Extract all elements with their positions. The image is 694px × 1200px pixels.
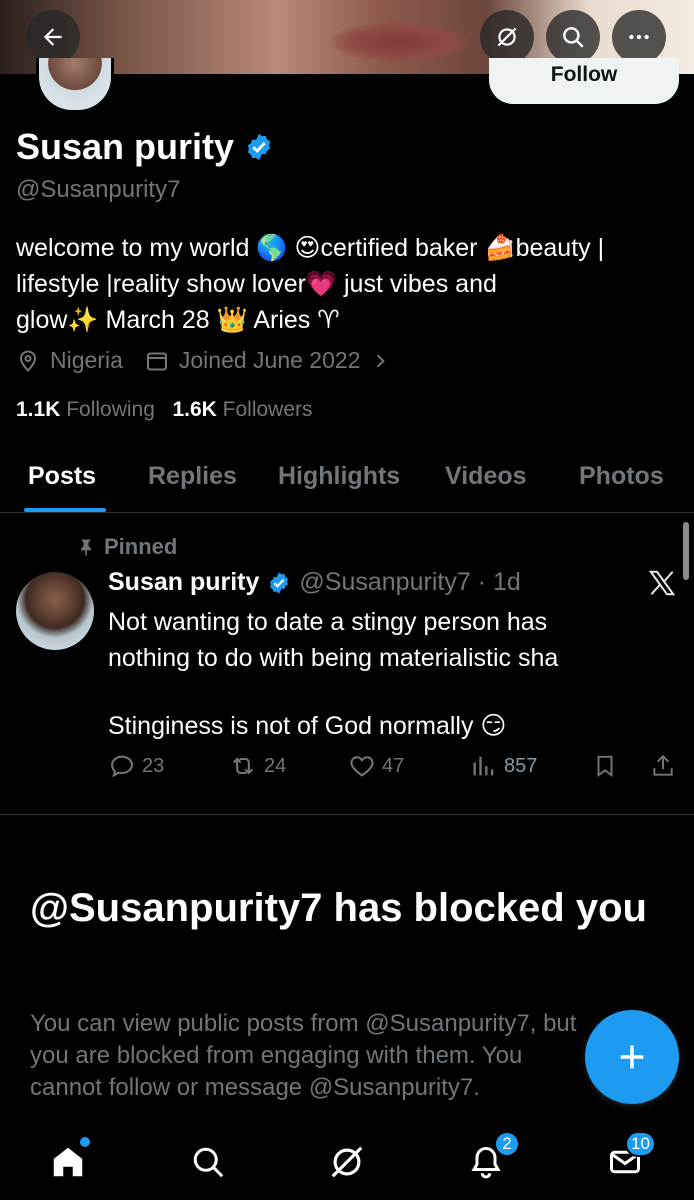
messages-badge: 10: [625, 1131, 656, 1157]
post-text-line: Stinginess is not of God normally 😏: [108, 712, 507, 740]
bio-line: lifestyle |reality show lover💗 just vibe…: [16, 270, 497, 298]
followers-label: Followers: [222, 398, 313, 421]
back-arrow-icon: [43, 28, 62, 46]
nav-messages[interactable]: 10: [595, 1131, 656, 1187]
bottom-navigation: 2 10: [0, 1125, 694, 1200]
tab-highlights[interactable]: Highlights: [278, 462, 400, 491]
repost-icon: [232, 757, 254, 775]
profile-avatar[interactable]: [36, 58, 114, 113]
section-divider: [0, 814, 694, 815]
post-text-line: nothing to do with being materialistic s…: [108, 644, 559, 672]
bio-line: welcome to my world 🌎 😍certified baker 🍰…: [16, 234, 605, 262]
followers-count: 1.6K: [172, 398, 217, 421]
repost-count: 24: [264, 754, 287, 777]
blocked-description: You can view public posts from @Susanpur…: [30, 1008, 590, 1104]
tab-videos[interactable]: Videos: [445, 462, 527, 491]
profile-name-row: Susan purity: [16, 126, 274, 168]
back-button[interactable]: [26, 10, 80, 64]
post-handle-time: @Susanpurity7 · 1d: [299, 568, 521, 596]
profile-meta: Nigeria Joined June 2022: [16, 347, 390, 374]
post-actions: 23 24 47 857: [108, 752, 678, 788]
search-button[interactable]: [546, 10, 600, 64]
share-button[interactable]: [650, 752, 676, 780]
bookmark-button[interactable]: [592, 752, 618, 780]
more-button[interactable]: [612, 10, 666, 64]
verified-badge-icon: [270, 572, 289, 593]
tab-replies[interactable]: Replies: [148, 462, 237, 491]
compose-post-button[interactable]: [585, 1010, 679, 1104]
reply-count: 23: [142, 754, 165, 777]
heart-icon: [350, 756, 374, 777]
scrollbar[interactable]: [683, 522, 689, 580]
like-count: 47: [382, 754, 405, 777]
views-chart-icon: [473, 756, 494, 776]
blocked-desc-line: You can view public posts from @Susanpur…: [30, 1010, 577, 1037]
profile-location: Nigeria: [50, 347, 123, 373]
location-pin-icon: [19, 349, 37, 372]
blocked-desc-line: cannot follow or message @Susanpurity7.: [30, 1074, 480, 1101]
post-text-line: Not wanting to date a stingy person has: [108, 608, 548, 636]
post-author-name[interactable]: Susan purity: [108, 568, 259, 597]
pin-icon: [81, 539, 91, 556]
tab-photos[interactable]: Photos: [579, 462, 664, 491]
repost-button[interactable]: 24: [228, 752, 286, 780]
chevron-right-icon[interactable]: [370, 351, 390, 371]
home-icon: [53, 1147, 83, 1177]
nav-notifications[interactable]: 2: [456, 1131, 520, 1187]
following-label: Following: [66, 398, 155, 421]
reply-button[interactable]: 23: [108, 752, 164, 780]
profile-tabs: Posts Replies Highlights Videos Photos: [0, 450, 694, 513]
bio-line: glow✨ March 28 👑 Aries ♈: [16, 306, 340, 334]
like-button[interactable]: 47: [348, 752, 404, 780]
share-icon: [653, 754, 673, 776]
plus-icon: [620, 1045, 644, 1069]
nav-home[interactable]: [38, 1137, 98, 1187]
verified-badge-icon[interactable]: [244, 132, 274, 162]
tab-posts[interactable]: Posts: [28, 462, 96, 491]
x-logo-icon: [648, 570, 676, 596]
post-body[interactable]: Not wanting to date a stingy person has …: [108, 604, 648, 744]
grok-button[interactable]: [480, 10, 534, 64]
nav-search[interactable]: [178, 1137, 238, 1187]
home-unread-dot: [80, 1137, 90, 1147]
following-count: 1.1K: [16, 398, 61, 421]
follow-label: Follow: [550, 63, 618, 86]
search-icon: [563, 27, 584, 48]
pinned-label: Pinned: [104, 534, 178, 559]
views-count: 857: [504, 754, 538, 777]
views-button[interactable]: 857: [470, 752, 537, 780]
active-tab-indicator: [24, 508, 106, 512]
profile-bio: welcome to my world 🌎 😍certified baker 🍰…: [16, 230, 686, 338]
notifications-badge: 2: [494, 1131, 520, 1157]
nav-grok[interactable]: [317, 1137, 377, 1187]
pinned-indicator: Pinned: [76, 534, 177, 560]
post-header: Susan purity @Susanpurity7 · 1d: [108, 568, 521, 597]
search-icon: [193, 1147, 224, 1178]
profile-handle: @Susanpurity7: [16, 176, 181, 203]
followers-link[interactable]: 1.6K Followers: [172, 398, 312, 421]
grok-icon: [331, 1146, 363, 1178]
post-author-avatar[interactable]: [16, 572, 94, 650]
banner-photo-detail: [330, 22, 470, 62]
follow-button[interactable]: Follow: [489, 58, 679, 104]
grok-icon: [497, 27, 517, 47]
blocked-desc-line: you are blocked from engaging with them.…: [30, 1042, 523, 1069]
bookmark-icon: [597, 755, 613, 778]
blocked-title: @Susanpurity7 has blocked you: [30, 886, 647, 930]
profile-name: Susan purity: [16, 126, 235, 167]
reply-icon: [111, 755, 133, 778]
profile-stats: 1.1K Following 1.6K Followers: [16, 398, 313, 422]
more-icon: [629, 34, 649, 40]
calendar-icon: [146, 352, 167, 370]
profile-joined: Joined June 2022: [178, 347, 361, 373]
following-link[interactable]: 1.1K Following: [16, 398, 155, 421]
